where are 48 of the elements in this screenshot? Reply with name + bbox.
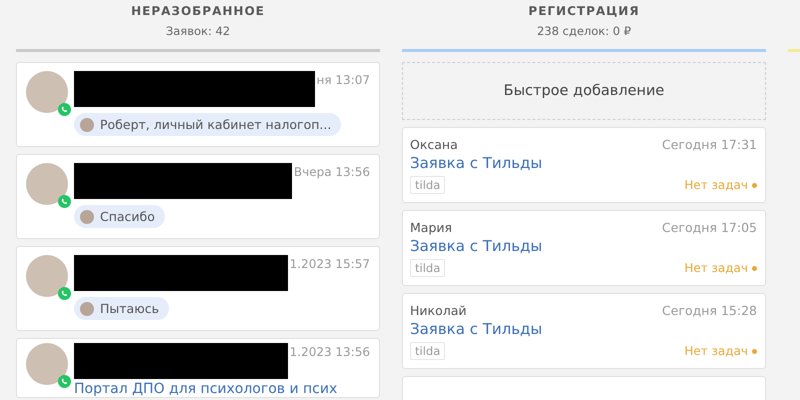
avatar-photo bbox=[80, 210, 94, 224]
tag-label: tilda bbox=[410, 259, 446, 277]
message-bubble[interactable]: Роберт, личный кабинет налогоп... bbox=[74, 113, 342, 136]
avatar-photo bbox=[26, 71, 68, 113]
message-preview: Пытаюсь bbox=[100, 301, 159, 316]
lead-card[interactable]: Вчера 13:56 Спасибо bbox=[16, 154, 380, 239]
deal-time: Сегодня 15:28 bbox=[662, 303, 757, 318]
lead-card[interactable]: 1.2023 15:57 Пытаюсь bbox=[16, 246, 380, 331]
deal-card[interactable]: Николай Сегодня 15:28 Заявка с Тильды tilda Нет задач bbox=[402, 293, 766, 369]
lead-time: ня 13:07 bbox=[316, 73, 370, 87]
column-count: 238 сделок: 0 ₽ bbox=[536, 24, 632, 38]
column-title: НЕРАЗОБРАННОЕ bbox=[131, 4, 265, 18]
task-status: Нет задач bbox=[684, 178, 748, 192]
avatar-photo bbox=[26, 163, 68, 205]
message-preview: Роберт, личный кабинет налогоп... bbox=[100, 117, 332, 132]
contact-name: Мария bbox=[410, 220, 452, 235]
lead-card[interactable]: 1.2023 13:56 Портал ДПО для психологов и псих bbox=[16, 338, 380, 398]
task-status: Нет задач bbox=[684, 261, 748, 275]
deal-card[interactable]: Оксана Сегодня 17:31 Заявка с Тильды tilda Нет задач bbox=[402, 127, 766, 203]
status-dot-icon bbox=[752, 348, 757, 354]
contact-name: Оксана bbox=[410, 137, 458, 152]
contact-name: Николай bbox=[410, 303, 466, 318]
avatar-photo bbox=[80, 302, 94, 316]
lead-time: 1.2023 13:56 bbox=[290, 345, 370, 359]
message-preview: Спасибо bbox=[100, 209, 155, 224]
status-dot-icon bbox=[752, 266, 757, 270]
deal-title[interactable]: Заявка с Тильды bbox=[410, 154, 757, 172]
task-status: Нет задач bbox=[684, 344, 748, 358]
lead-time: 1.2023 15:57 bbox=[290, 257, 370, 271]
lead-card[interactable]: ня 13:07 Роберт, личный кабинет налогоп... bbox=[16, 62, 380, 147]
deal-title[interactable]: Заявка с Тильды bbox=[410, 320, 757, 338]
quick-add-button[interactable]: Быстрое добавление bbox=[402, 62, 766, 120]
tag-label: tilda bbox=[410, 176, 446, 194]
lead-title[interactable]: Портал ДПО для психологов и псих bbox=[74, 381, 370, 397]
deal-card[interactable]: Мария Сегодня 17:05 Заявка с Тильды tilda Нет задач bbox=[402, 210, 766, 286]
deal-title[interactable]: Заявка с Тильды bbox=[410, 237, 757, 255]
column-count: Заявок: 42 bbox=[166, 24, 230, 38]
deal-time: Сегодня 17:31 bbox=[662, 137, 757, 152]
message-bubble[interactable]: Спасибо bbox=[74, 205, 165, 228]
message-bubble[interactable]: Пытаюсь bbox=[74, 297, 169, 320]
deal-time: Сегодня 17:05 bbox=[662, 220, 757, 235]
lead-time: Вчера 13:56 bbox=[294, 165, 370, 179]
avatar-photo bbox=[80, 118, 94, 132]
avatar-photo bbox=[26, 343, 68, 385]
tag-label: tilda bbox=[410, 342, 446, 360]
status-dot-icon bbox=[752, 182, 757, 188]
avatar-photo bbox=[26, 255, 68, 297]
column-title: РЕГИСТРАЦИЯ bbox=[528, 4, 640, 18]
